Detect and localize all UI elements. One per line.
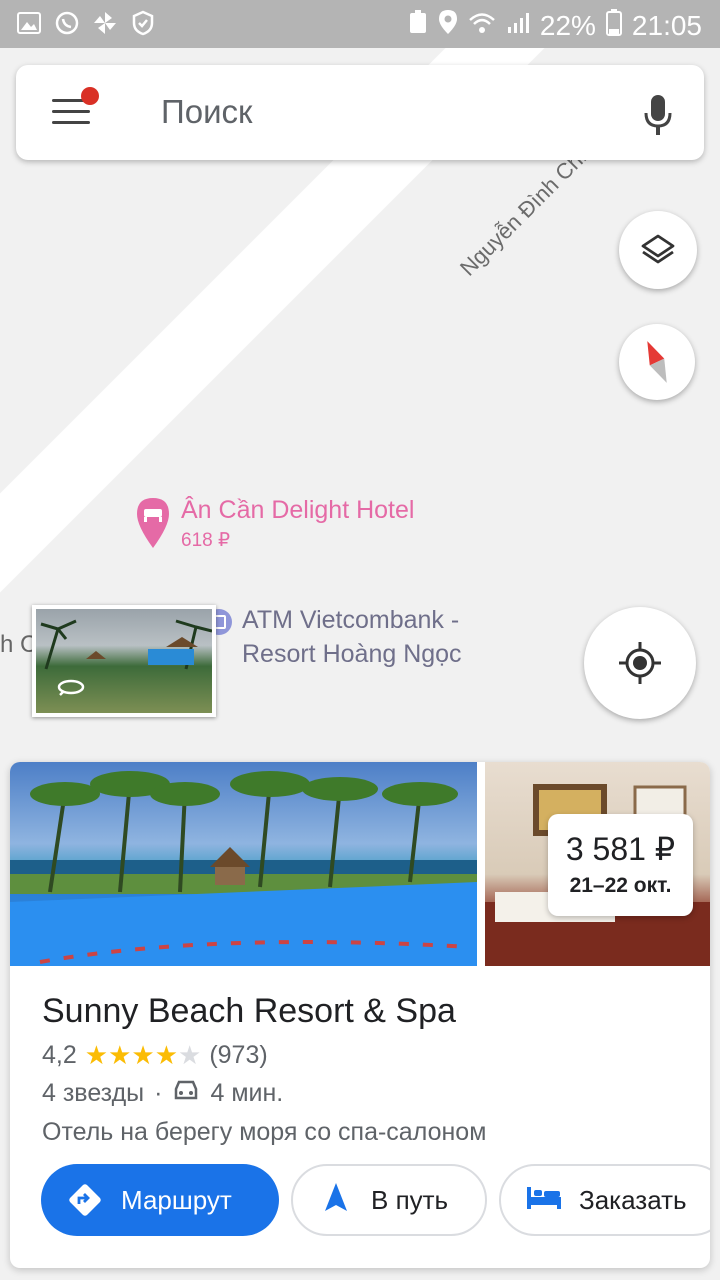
- hotel-poi[interactable]: Ân Cần Delight Hotel 618 ₽: [135, 496, 414, 552]
- gallery-icon: [16, 10, 42, 36]
- price-value: 3 581 ₽: [565, 831, 676, 867]
- review-count: (973): [209, 1041, 268, 1069]
- place-title: Sunny Beach Resort & Spa: [42, 992, 456, 1030]
- location-icon: [438, 9, 458, 42]
- place-photo-pool[interactable]: [10, 762, 477, 966]
- layers-icon: [641, 234, 675, 264]
- search-input[interactable]: Поиск: [161, 93, 252, 131]
- atm-poi-line2: Resort Hoàng Ngọc: [242, 640, 462, 668]
- battery-icon: [605, 8, 622, 43]
- navigation-arrow-icon: [323, 1181, 349, 1220]
- wifi-icon: [468, 10, 496, 42]
- bed-icon: [525, 1183, 563, 1218]
- menu-button[interactable]: [50, 87, 99, 131]
- hotel-poi-price: 618 ₽: [181, 530, 231, 551]
- star-icon: ★: [154, 1040, 179, 1070]
- atm-poi-line1: ATM Vietcombank -: [242, 606, 460, 634]
- search-bar[interactable]: Поиск: [16, 65, 704, 160]
- price-dates: 21–22 окт.: [569, 874, 672, 897]
- atm-poi[interactable]: ATM Vietcombank - Resort Hoàng Ngọc: [204, 603, 462, 671]
- directions-icon: [67, 1182, 103, 1218]
- compass-button[interactable]: [619, 324, 695, 400]
- mic-icon: [644, 95, 672, 135]
- compass-icon: [647, 341, 667, 383]
- star-icon: ★: [84, 1040, 109, 1070]
- status-bar: 22% 21:05: [0, 0, 720, 48]
- mic-button[interactable]: [642, 93, 674, 137]
- signal-icon: [506, 10, 530, 42]
- battery-saver-icon: [408, 9, 428, 42]
- book-button[interactable]: Заказать: [499, 1164, 710, 1236]
- start-label: В путь: [371, 1184, 449, 1215]
- star-icon: ★: [108, 1040, 132, 1070]
- star-rating: ★★★★★: [85, 1040, 202, 1071]
- battery-percent: 22%: [539, 9, 596, 41]
- pinwheel-icon: [92, 10, 118, 36]
- drive-time: 4 мин.: [210, 1079, 284, 1107]
- status-bar-notifications: [16, 10, 156, 36]
- directions-button[interactable]: Маршрут: [41, 1164, 279, 1236]
- star-icon: ★: [131, 1040, 155, 1070]
- whatsapp-icon: [54, 10, 80, 36]
- notification-dot: [81, 87, 99, 105]
- book-label: Заказать: [579, 1184, 687, 1215]
- rating-value: 4,2: [42, 1041, 77, 1069]
- price-badge[interactable]: 3 581 ₽ 21–22 окт.: [548, 814, 693, 916]
- panorama-icon: [56, 677, 86, 702]
- start-button[interactable]: В путь: [291, 1164, 487, 1236]
- clock: 21:05: [631, 9, 702, 41]
- separator-dot: ·: [154, 1079, 163, 1107]
- info-row: 4 звезды · 4 мин.: [42, 1079, 283, 1108]
- star-empty-icon: ★: [178, 1040, 202, 1070]
- hotel-poi-name: Ân Cần Delight Hotel: [181, 496, 415, 524]
- my-location-button[interactable]: [584, 607, 696, 719]
- place-description: Отель на берегу моря со спа-салоном: [42, 1118, 487, 1146]
- hotel-pin-icon: [137, 498, 169, 548]
- my-location-icon: [619, 642, 661, 684]
- shield-check-icon: [130, 10, 156, 36]
- car-icon: [172, 1079, 200, 1108]
- rating-row: 4,2 ★★★★★ (973): [42, 1040, 268, 1071]
- hotel-class: 4 звезды: [42, 1079, 145, 1107]
- layers-button[interactable]: [619, 211, 697, 289]
- street-view-thumbnail[interactable]: [32, 605, 216, 717]
- status-bar-system: 22% 21:05: [408, 8, 702, 43]
- directions-label: Маршрут: [121, 1184, 232, 1215]
- road: [0, 48, 720, 868]
